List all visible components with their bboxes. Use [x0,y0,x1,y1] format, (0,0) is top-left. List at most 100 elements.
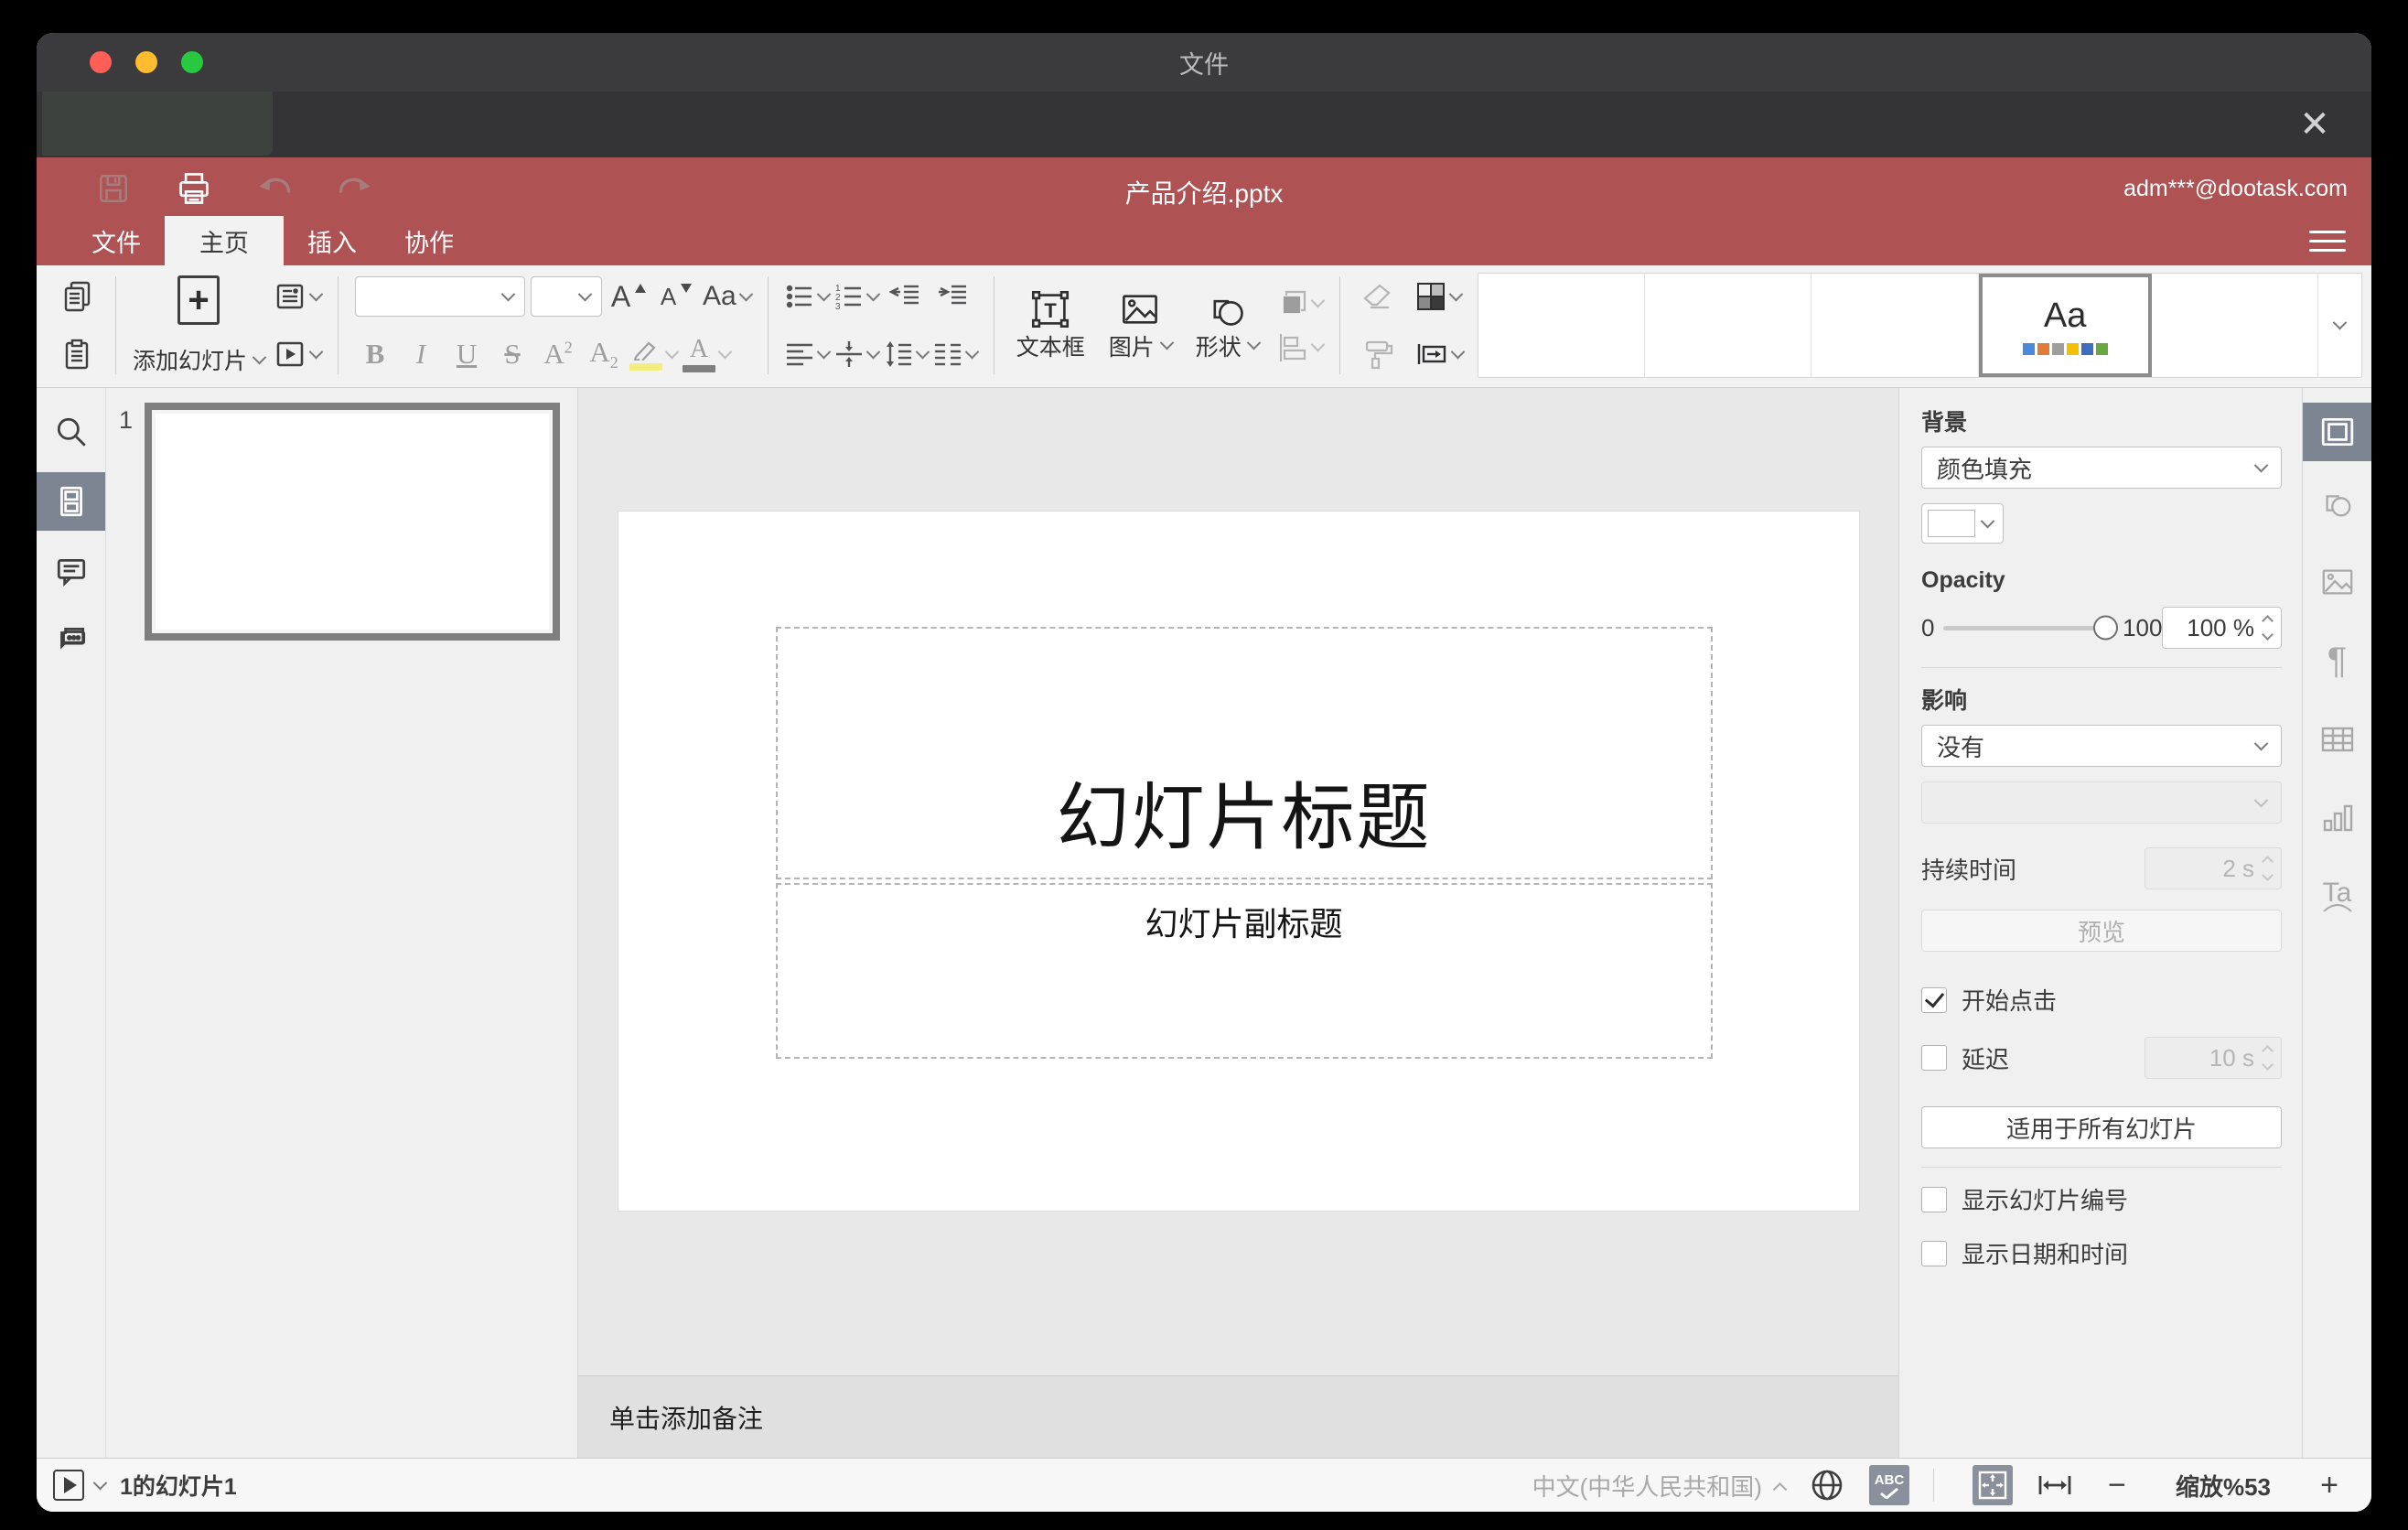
zoom-in-button[interactable]: + [2311,1468,2348,1503]
view-settings-menu-button[interactable] [2309,225,2346,256]
comments-panel-button[interactable] [37,542,105,600]
tab-insert[interactable]: 插入 [284,216,381,265]
superscript-button[interactable]: A2 [538,338,578,371]
increase-font-size-button[interactable]: A [607,275,650,318]
tab-collaboration[interactable]: 协作 [381,216,478,265]
window-title: 文件 [1179,50,1229,79]
paste-button[interactable] [57,332,99,376]
numbering-button[interactable]: 123 [834,275,880,318]
font-name-combobox[interactable] [355,276,526,317]
spellcheck-toggle[interactable]: ABC [1868,1465,1909,1505]
insert-textbox-button[interactable]: T 文本框 [1011,287,1091,364]
chevron-down-icon[interactable] [92,1475,108,1490]
image-settings-tab[interactable] [2303,553,2371,611]
slides-panel-button[interactable] [37,472,105,531]
account-email: adm***@dootask.com [2123,176,2348,201]
background-color-picker[interactable] [1921,503,2004,544]
delay-label: 延迟 [1962,1045,2010,1073]
zoom-out-button[interactable]: − [2099,1468,2135,1503]
arrange-shape-button[interactable] [1277,282,1326,326]
set-language-button[interactable] [1807,1465,1847,1505]
effect-value: 没有 [1937,733,1985,761]
chevron-down-icon [1448,286,1464,301]
close-document-button[interactable]: ✕ [2291,101,2338,148]
shape-settings-tab[interactable] [2303,474,2371,533]
bullets-button[interactable] [785,275,831,318]
add-slide-button[interactable]: + [163,275,234,326]
textart-settings-tab[interactable]: Ta [2303,867,2371,926]
zoom-window-button[interactable] [181,51,203,73]
horizontal-align-button[interactable] [785,332,831,376]
color-scheme-button[interactable] [1415,275,1464,318]
slide[interactable]: 幻灯片标题 幻灯片副标题 [618,512,1859,1211]
fit-to-width-button[interactable] [2035,1465,2075,1505]
decrease-font-size-button[interactable]: A [655,275,697,318]
minimize-window-button[interactable] [135,51,157,73]
slide-size-button[interactable] [1415,332,1466,376]
columns-button[interactable] [933,332,979,376]
theme-option[interactable] [1645,274,1812,377]
document-language-button[interactable]: 中文(中华人民共和国) [1532,1469,1788,1503]
opacity-slider-knob[interactable] [2093,615,2119,641]
clear-style-button[interactable] [1357,275,1399,318]
slide-thumbnail[interactable] [145,403,560,641]
subscript-button[interactable]: A2 [584,336,624,372]
start-slideshow-button[interactable] [274,332,324,376]
insert-image-button[interactable]: 图片 [1103,287,1177,364]
close-window-button[interactable] [90,51,112,73]
theme-option[interactable] [2151,274,2318,377]
paragraph-settings-tab[interactable]: ¶ [2303,631,2371,690]
change-layout-button[interactable] [274,275,324,318]
theme-option-selected[interactable]: Aa [1978,274,2152,377]
copy-button[interactable] [57,275,99,318]
highlight-pen-icon [629,339,663,371]
notes-area[interactable]: 单击添加备注 [578,1375,1898,1458]
strikeout-button[interactable]: S [492,338,532,371]
underline-button[interactable]: U [446,338,487,371]
theme-option[interactable] [1478,274,1646,377]
tab-file[interactable]: 文件 [68,216,165,265]
increase-indent-button[interactable] [931,275,973,318]
show-date-time-checkbox[interactable] [1921,1240,1947,1266]
change-case-button[interactable]: Aa [703,275,753,318]
bold-button[interactable]: B [355,338,395,371]
spinner-arrows-icon[interactable] [2262,615,2274,641]
start-on-click-checkbox[interactable] [1921,986,1947,1013]
transition-effect-select[interactable]: 没有 [1921,725,2282,767]
background-fill-select[interactable]: 颜色填充 [1921,447,2282,489]
chevron-down-icon [964,344,979,359]
spellcheck-icon: ABC [1875,1472,1904,1499]
slide-settings-tab[interactable] [2303,403,2371,461]
fit-to-slide-button[interactable] [1972,1465,2013,1505]
delay-checkbox[interactable] [1921,1045,1947,1071]
show-slide-number-checkbox[interactable] [1921,1186,1947,1212]
theme-gallery-expand-button[interactable] [2317,274,2361,377]
tab-home[interactable]: 主页 [165,216,284,265]
chat-panel-button[interactable] [37,611,105,670]
opacity-spinner[interactable]: 100 % [2162,607,2282,649]
vertical-align-button[interactable] [834,332,880,376]
title-placeholder[interactable]: 幻灯片标题 [775,627,1713,879]
font-size-combobox[interactable] [531,276,603,317]
opacity-slider[interactable] [1943,615,2119,641]
apply-to-all-slides-button[interactable]: 适用于所有幻灯片 [1921,1106,2282,1148]
insert-shape-button[interactable]: 形状 [1190,287,1264,364]
highlight-color-button[interactable] [629,332,680,376]
delay-spinner: 10 s [2145,1037,2282,1079]
start-slideshow-statusbar-button[interactable] [53,1470,84,1501]
theme-option[interactable] [1811,274,1979,377]
copy-style-button[interactable] [1357,332,1399,376]
line-spacing-button[interactable] [884,332,930,376]
search-panel-button[interactable] [37,403,105,461]
editor-column: 幻灯片标题 幻灯片副标题 单击添加备注 [578,388,1898,1458]
decrease-indent-button[interactable] [884,275,926,318]
highlight-color-bar [629,362,663,371]
font-color-button[interactable]: A [683,332,733,376]
table-settings-tab[interactable] [2303,710,2371,769]
chat-icon [54,623,89,658]
align-shape-button[interactable] [1277,326,1326,370]
add-slide-label-button[interactable]: 添加幻灯片 [133,343,267,376]
chart-settings-tab[interactable] [2303,789,2371,847]
italic-button[interactable]: I [401,338,441,371]
subtitle-placeholder[interactable]: 幻灯片副标题 [775,883,1713,1059]
